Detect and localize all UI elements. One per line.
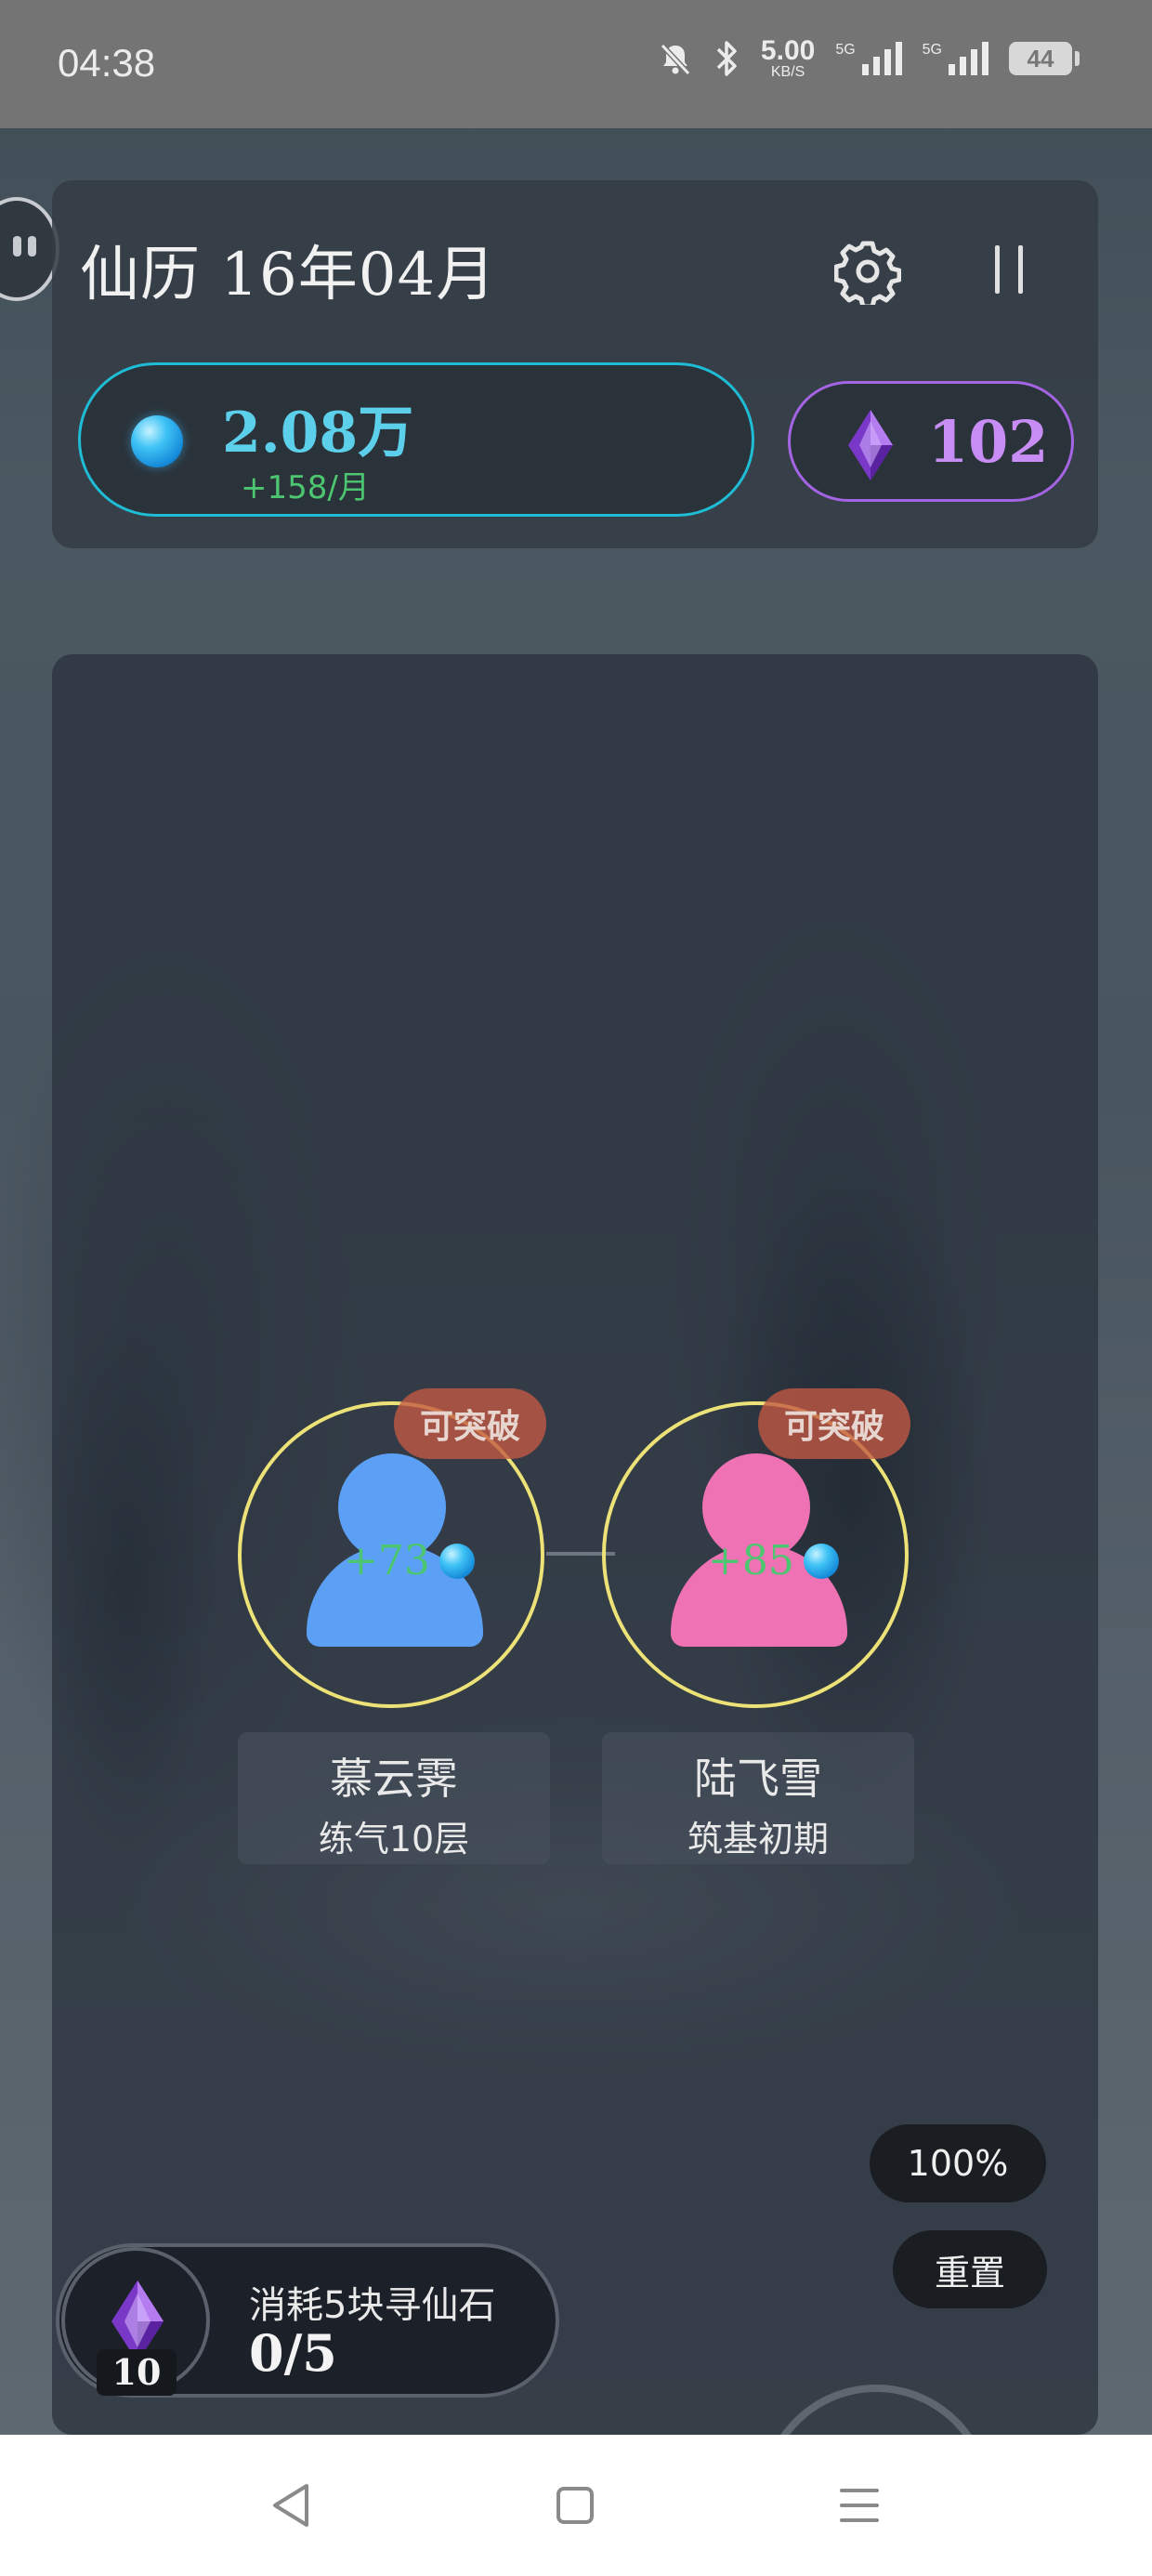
sect-map-panel[interactable]: +73 可突破 慕云霁 练气10层 +85 可突破 陆飞雪 筑基初期 100% … — [52, 654, 1098, 2435]
bluetooth-icon — [716, 41, 737, 76]
signal-strength-icon: 5G — [835, 42, 902, 75]
disciple-info: 陆飞雪 筑基初期 — [602, 1732, 914, 1864]
spirit-stone-icon — [131, 415, 183, 467]
signal-label: 5G — [835, 42, 856, 58]
reset-view-button[interactable]: 重置 — [893, 2230, 1047, 2308]
cultivation-gain: +73 — [344, 1537, 475, 1584]
pause-button[interactable] — [972, 234, 1046, 309]
cultivation-gain-value: +73 — [344, 1537, 430, 1584]
status-time: 04:38 — [58, 41, 156, 85]
crystal-amount: 102 — [928, 408, 1049, 476]
nav-home-button[interactable] — [543, 2476, 608, 2535]
seek-cost-label: 消耗5块寻仙石 — [249, 2284, 496, 2327]
seek-stone-count: 10 — [97, 2349, 177, 2396]
battery-icon: 44 — [1009, 42, 1080, 75]
spirit-stone-counter[interactable]: 2.08万 +158/月 — [78, 362, 754, 517]
settings-button[interactable] — [831, 234, 905, 309]
disciple-info: 慕云霁 练气10层 — [238, 1732, 550, 1864]
back-triangle-icon — [273, 2484, 308, 2527]
purple-crystal-icon — [848, 410, 893, 480]
gear-icon — [834, 241, 901, 305]
nav-back-button[interactable] — [258, 2476, 323, 2535]
crystal-counter[interactable]: 102 — [788, 381, 1074, 502]
spirit-stone-icon — [803, 1543, 839, 1579]
signal-strength-icon: 5G — [923, 42, 988, 75]
network-speed-value: 5.00 — [760, 35, 816, 66]
home-square-icon — [556, 2487, 594, 2524]
seek-progress: 0/5 — [249, 2323, 337, 2383]
zoom-level-button[interactable]: 100% — [870, 2124, 1046, 2202]
header-panel: 仙历 16年04月 2.08万 +158/月 102 — [52, 180, 1098, 548]
status-bar: 04:38 5.00 KB/S 5G 5G 44 — [0, 0, 1152, 128]
disciple-realm: 筑基初期 — [687, 1819, 829, 1860]
spirit-stone-rate: +158/月 — [241, 469, 370, 506]
pause-icon — [986, 245, 1032, 297]
spirit-stone-amount: 2.08万 — [222, 401, 414, 466]
calendar-date: 仙历 16年04月 — [80, 241, 497, 309]
spirit-stone-icon — [439, 1543, 475, 1579]
battery-level: 44 — [1027, 44, 1054, 72]
signal-label: 5G — [922, 42, 942, 58]
breakthrough-badge[interactable]: 可突破 — [394, 1388, 547, 1459]
menu-lines-icon — [840, 2489, 879, 2522]
breakthrough-badge[interactable]: 可突破 — [758, 1388, 911, 1459]
disciple-realm: 练气10层 — [318, 1819, 470, 1860]
mute-bell-icon — [660, 43, 691, 76]
cultivation-gain-value: +85 — [708, 1537, 794, 1584]
network-speed-unit: KB/S — [770, 64, 805, 80]
disciple-name: 陆飞雪 — [694, 1754, 822, 1804]
cultivation-gain: +85 — [708, 1537, 839, 1584]
network-speed: 5.00 KB/S — [761, 37, 815, 80]
status-icons: 5.00 KB/S 5G 5G 44 — [657, 37, 1080, 80]
nav-menu-button[interactable] — [827, 2476, 892, 2535]
system-nav-bar — [0, 2435, 1152, 2576]
seek-immortal-button[interactable]: 10 消耗5块寻仙石 0/5 — [56, 2243, 559, 2398]
disciple-name: 慕云霁 — [330, 1754, 458, 1804]
